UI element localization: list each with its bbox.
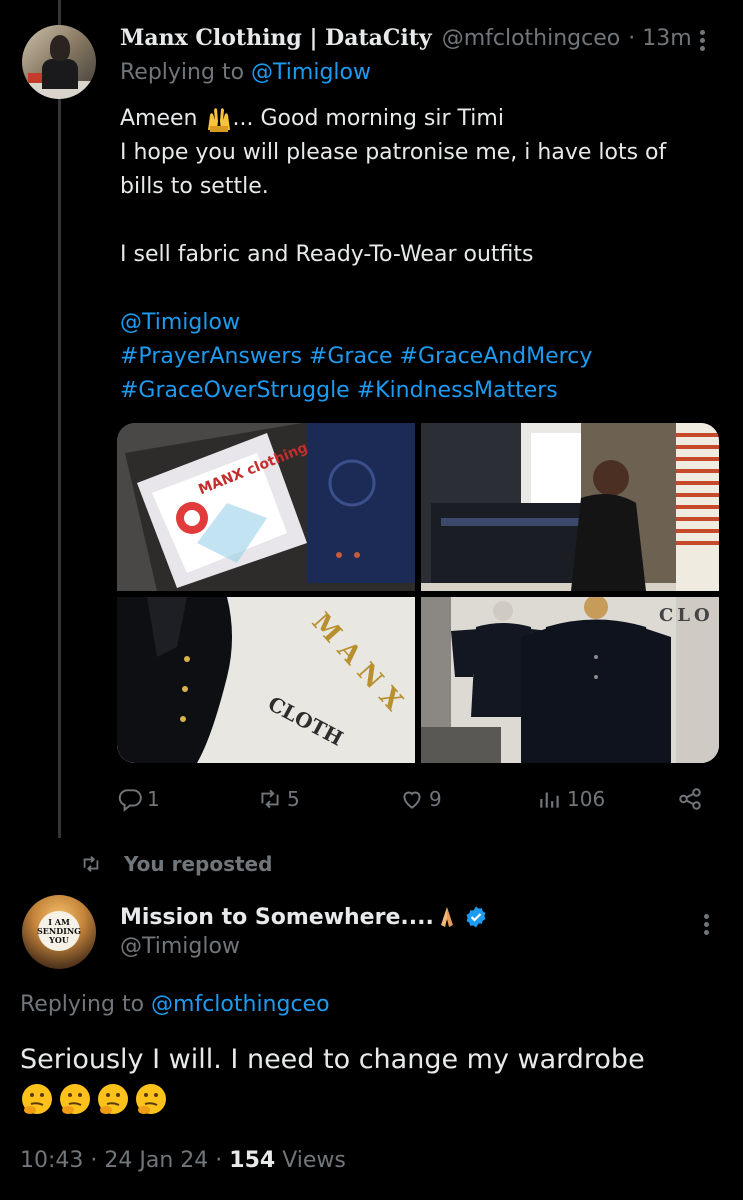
media-photo-1[interactable]: MANX clothing	[117, 423, 415, 591]
avatar[interactable]: I AM SENDING YOU	[22, 895, 96, 969]
author-name[interactable]: Manx Clothing | DataCity	[120, 25, 432, 51]
share-button[interactable]	[677, 784, 707, 814]
media-grid: MANX clothing M A N X CLOTH CLO	[117, 423, 719, 763]
tweet-time[interactable]: · 13m	[628, 26, 691, 51]
share-icon	[679, 788, 701, 810]
media-photo-4[interactable]: CLO	[421, 597, 719, 763]
reply-icon	[118, 789, 142, 812]
more-options-icon[interactable]	[692, 26, 714, 56]
more-options-icon[interactable]	[696, 910, 718, 940]
repost-button[interactable]: 5	[257, 784, 300, 814]
repost-indicator: You reposted	[80, 848, 272, 880]
author-name: Mission to Somewhere....	[120, 904, 434, 930]
tweet-actions: 1 5 9 106	[117, 784, 717, 814]
media-photo-2[interactable]	[421, 423, 719, 591]
author-name-row[interactable]: Mission to Somewhere....	[120, 900, 488, 934]
tweet-text: Seriously I will. I need to change my wa…	[20, 1040, 720, 1128]
avatar-sign: I AM SENDING YOU	[37, 911, 81, 951]
replying-to-link[interactable]: @Timiglow	[251, 60, 371, 85]
hashtags-line[interactable]: #PrayerAnswers #Grace #GraceAndMercy	[120, 340, 720, 374]
photo-text: CLO	[659, 605, 714, 626]
heart-icon	[403, 791, 421, 809]
praying-hands-icon	[440, 907, 453, 927]
author-handle[interactable]: @mfclothingceo	[442, 26, 621, 51]
tweet-text: Ameen ... Good morning sir Timi I hope y…	[120, 102, 720, 408]
thinking-face-icon	[22, 1084, 166, 1114]
replying-to-link[interactable]: @mfclothingceo	[151, 992, 330, 1017]
avatar[interactable]	[22, 25, 96, 99]
replying-to: Replying to @Timiglow	[120, 60, 371, 85]
author-handle[interactable]: @Timiglow	[120, 934, 240, 959]
replying-to: Replying to @mfclothingceo	[20, 992, 330, 1017]
views-count: 154	[229, 1148, 276, 1173]
raising-hands-icon	[207, 108, 230, 132]
media-photo-3[interactable]: M A N X CLOTH	[117, 597, 415, 763]
repost-icon	[83, 856, 99, 872]
mention-link[interactable]: @Timiglow	[120, 306, 720, 340]
repost-label: You reposted	[124, 852, 273, 876]
verified-badge-icon	[466, 906, 486, 928]
views-button[interactable]: 106	[537, 784, 605, 814]
timestamp[interactable]: 10:43 · 24 Jan 24 ·	[20, 1148, 222, 1173]
views-label: Views	[282, 1148, 346, 1173]
thread-line	[58, 0, 61, 838]
tweet-header: Manx Clothing | DataCity @mfclothingceo …	[120, 22, 692, 54]
hashtags-line[interactable]: #GraceOverStruggle #KindnessMatters	[120, 374, 720, 408]
repost-icon	[261, 789, 279, 809]
analytics-icon	[540, 792, 559, 808]
reply-button[interactable]: 1	[117, 784, 160, 814]
tweet-metadata: 10:43 · 24 Jan 24 · 154 Views	[20, 1148, 346, 1173]
like-button[interactable]: 9	[399, 784, 442, 814]
